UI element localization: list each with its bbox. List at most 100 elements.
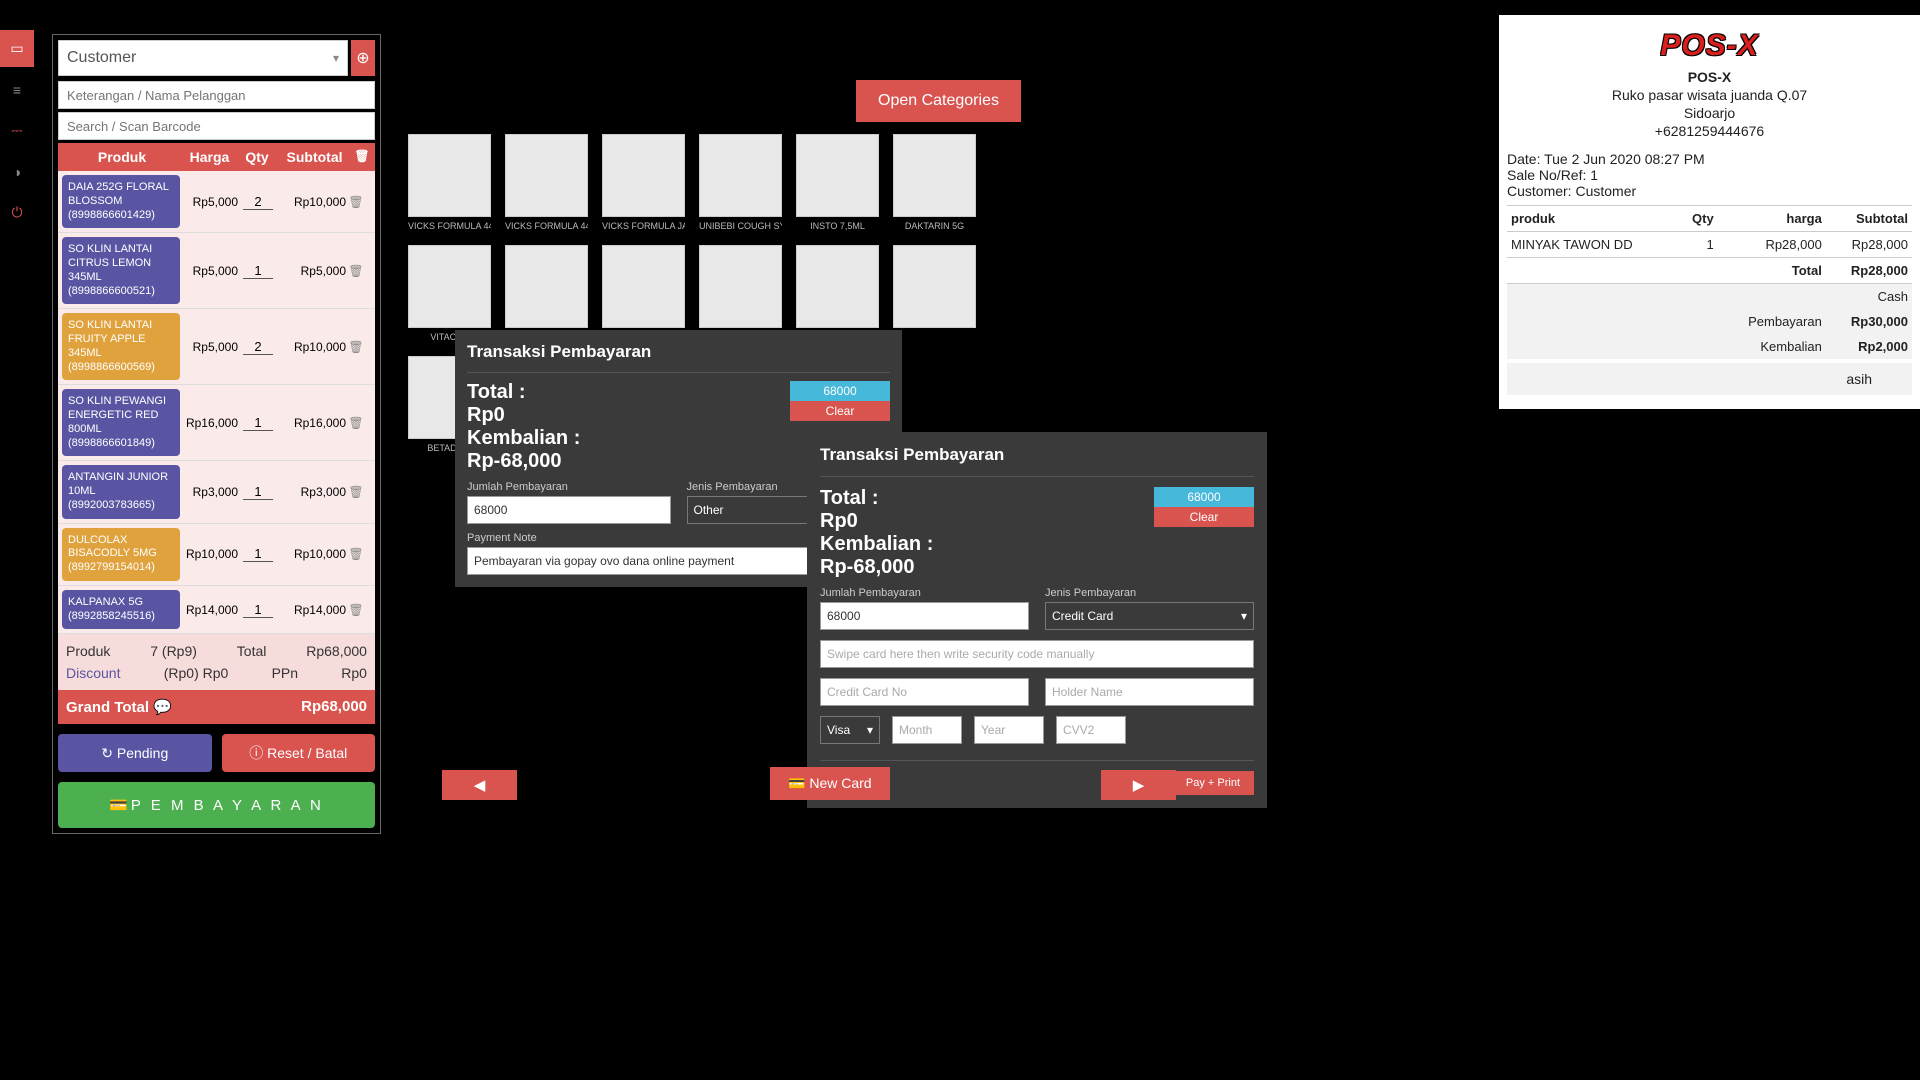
product-card[interactable]	[602, 245, 685, 342]
holder-name-input[interactable]	[1045, 678, 1254, 706]
header-qty: Qty	[237, 149, 277, 165]
add-customer-button[interactable]: ⊕	[351, 40, 375, 76]
product-card[interactable]: PANAD	[505, 245, 588, 342]
row-harga: Rp3,000	[180, 485, 238, 499]
product-card[interactable]	[893, 245, 976, 342]
product-badge: SO KLIN PEWANGI ENERGETIC RED 800ML(8998…	[62, 389, 180, 456]
product-label: UNIBEBI COUGH SYR	[699, 221, 782, 231]
new-card-button[interactable]: 💳 New Card	[770, 767, 890, 800]
grand-total-value: Rp68,000	[301, 698, 367, 716]
row-subtotal: Rp10,000	[278, 195, 346, 209]
jenis-select-credit[interactable]: Credit Card▾	[1045, 602, 1254, 630]
power-icon[interactable]: ⏻	[0, 194, 34, 231]
year-input[interactable]	[974, 716, 1044, 744]
receipt: POS-X POS-X Ruko pasar wisata juanda Q.0…	[1499, 15, 1920, 409]
delete-row-icon[interactable]: 🗑	[346, 264, 366, 278]
row-subtotal: Rp16,000	[278, 416, 346, 430]
month-input[interactable]	[892, 716, 962, 744]
row-harga: Rp5,000	[180, 264, 238, 278]
reset-button[interactable]: ⓘ Reset / Batal	[222, 734, 376, 772]
modal-title: Transaksi Pembayaran	[467, 342, 890, 362]
amount-display-2: 68000	[1154, 487, 1254, 507]
row-harga: Rp14,000	[180, 603, 238, 617]
receipt-brand: POS-X	[1507, 69, 1912, 85]
pembayaran-button[interactable]: 💳P E M B A Y A R A N	[58, 782, 375, 828]
qty-input[interactable]	[243, 263, 273, 279]
discount-label[interactable]: Discount	[66, 665, 120, 681]
rec-h-sub: Subtotal	[1826, 206, 1912, 232]
product-badge: KALPANAX 5G(8992858245516)	[62, 590, 180, 630]
cart-row: KALPANAX 5G(8992858245516) Rp14,000 Rp14…	[58, 586, 375, 635]
qty-input[interactable]	[243, 602, 273, 618]
prev-button[interactable]: ◀	[442, 770, 517, 800]
card-type-select[interactable]: Visa▾	[820, 716, 880, 744]
delete-row-icon[interactable]: 🗑	[346, 416, 366, 430]
circle-icon[interactable]: ◑	[0, 153, 34, 190]
next-button[interactable]: ▶	[1101, 770, 1176, 800]
clear-button-2[interactable]: Clear	[1154, 507, 1254, 527]
sidebar: ▭ ≡ ⎓ ◑ ⏻	[0, 30, 34, 235]
product-card[interactable]: VICKS FORMULA JAHI	[602, 134, 685, 231]
ppn-label: PPn	[272, 665, 298, 681]
qty-input[interactable]	[243, 484, 273, 500]
qty-input[interactable]	[243, 339, 273, 355]
qty-input[interactable]	[243, 546, 273, 562]
rec-kemb-label: Kembalian	[1718, 334, 1826, 359]
product-card[interactable]: DAKTARIN 5G	[893, 134, 976, 231]
delete-row-icon[interactable]: 🗑	[346, 547, 366, 561]
product-card[interactable]: VITACIMI	[408, 245, 491, 342]
qty-input[interactable]	[243, 194, 273, 210]
card-no-input[interactable]	[820, 678, 1029, 706]
qty-input[interactable]	[243, 415, 273, 431]
trash-icon[interactable]: 🗑	[352, 149, 372, 165]
cvv-input[interactable]	[1056, 716, 1126, 744]
row-harga: Rp5,000	[180, 195, 238, 209]
product-card[interactable]: UNIBEBI COUGH SYR	[699, 134, 782, 231]
jumlah-input[interactable]	[467, 496, 671, 524]
product-thumb	[893, 245, 976, 328]
receipt-table: produk Qty harga Subtotal MINYAK TAWON D…	[1507, 205, 1912, 359]
modal2-kembalian-label: Kembalian :	[820, 533, 1154, 556]
jumlah-label: Jumlah Pembayaran	[467, 481, 671, 493]
rec-h-harga: harga	[1718, 206, 1826, 232]
customer-name-input[interactable]	[58, 81, 375, 109]
product-card[interactable]	[796, 245, 879, 342]
receipt-date: Date: Tue 2 Jun 2020 08:27 PM	[1507, 151, 1912, 167]
product-card[interactable]: INSTO 7,5ML	[796, 134, 879, 231]
pending-button[interactable]: ↻ Pending	[58, 734, 212, 772]
pay-print-button[interactable]: Pay + Print	[1172, 771, 1254, 795]
row-subtotal: Rp10,000	[278, 340, 346, 354]
product-card[interactable]: VICKS FORMULA 44 A	[408, 134, 491, 231]
produk-count-value: 7 (Rp9)	[150, 643, 197, 659]
header-subtotal: Subtotal	[277, 149, 352, 165]
total-value: Rp68,000	[306, 643, 367, 659]
clear-button[interactable]: Clear	[790, 401, 890, 421]
receipt-phone: +6281259444676	[1507, 123, 1912, 139]
product-thumb	[893, 134, 976, 217]
delete-row-icon[interactable]: 🗑	[346, 195, 366, 209]
customer-select[interactable]: Customer ▾	[58, 40, 348, 76]
modal-total-label: Total :	[467, 381, 790, 404]
jumlah-input-2[interactable]	[820, 602, 1029, 630]
receipt-logo: POS-X	[1660, 29, 1758, 62]
list-icon[interactable]: ≡	[0, 71, 34, 108]
modal2-total-label: Total :	[820, 487, 1154, 510]
delete-row-icon[interactable]: 🗑	[346, 485, 366, 499]
monitor-icon[interactable]: ▭	[0, 30, 34, 67]
totals-box: Produk 7 (Rp9) Total Rp68,000 Discount (…	[58, 634, 375, 690]
product-card[interactable]	[699, 245, 782, 342]
jumlah-label-2: Jumlah Pembayaran	[820, 587, 1029, 599]
product-thumb	[602, 134, 685, 217]
rec-item-sub: Rp28,000	[1826, 232, 1912, 258]
discount-value: (Rp0) Rp0	[164, 665, 229, 681]
swipe-card-input[interactable]	[820, 640, 1254, 668]
search-barcode-input[interactable]	[58, 112, 375, 140]
product-badge: SO KLIN LANTAI FRUITY APPLE 345ML(899886…	[62, 313, 180, 380]
cart-row: SO KLIN LANTAI FRUITY APPLE 345ML(899886…	[58, 309, 375, 385]
delete-row-icon[interactable]: 🗑	[346, 603, 366, 617]
delete-row-icon[interactable]: 🗑	[346, 340, 366, 354]
product-card[interactable]: VICKS FORMULA 44 SI	[505, 134, 588, 231]
cart-panel: Customer ▾ ⊕ Produk Harga Qty Subtotal 🗑…	[52, 34, 381, 834]
cart-row: ANTANGIN JUNIOR 10ML(8992003783665) Rp3,…	[58, 461, 375, 523]
link-icon[interactable]: ⎓	[0, 112, 34, 149]
